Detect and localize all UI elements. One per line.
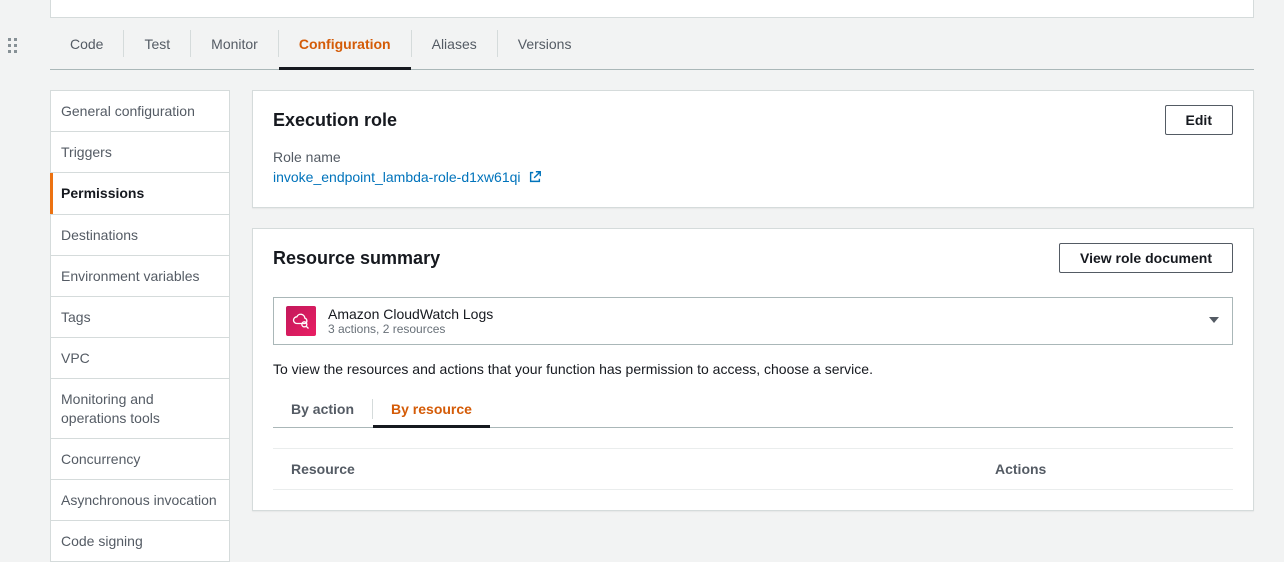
tab-configuration[interactable]: Configuration [279,18,411,69]
sidebar-item-permissions[interactable]: Permissions [51,173,229,214]
service-name: Amazon CloudWatch Logs [328,306,493,322]
subtab-by-resource[interactable]: By resource [373,391,490,427]
tab-code[interactable]: Code [50,18,123,69]
sidebar-item-vpc[interactable]: VPC [51,338,229,379]
role-name-label: Role name [273,149,1233,165]
role-name-text: invoke_endpoint_lambda-role-d1xw61qi [273,169,521,185]
permissions-subtabs: By action By resource [273,391,1233,428]
role-name-link[interactable]: invoke_endpoint_lambda-role-d1xw61qi [273,169,542,185]
sidebar-item-asynchronous-invocation[interactable]: Asynchronous invocation [51,480,229,521]
sidebar-item-environment-variables[interactable]: Environment variables [51,256,229,297]
config-sidebar: General configuration Triggers Permissio… [50,90,230,562]
tab-aliases[interactable]: Aliases [412,18,497,69]
resource-summary-title: Resource summary [273,248,440,269]
execution-role-card: Execution role Edit Role name invoke_end… [252,90,1254,208]
view-role-document-button[interactable]: View role document [1059,243,1233,273]
sidebar-item-concurrency[interactable]: Concurrency [51,439,229,480]
permissions-table: Resource Actions [273,448,1233,490]
tab-test[interactable]: Test [124,18,190,69]
sidebar-item-destinations[interactable]: Destinations [51,215,229,256]
main-tabs: Code Test Monitor Configuration Aliases … [50,18,1254,70]
edit-button[interactable]: Edit [1165,105,1233,135]
service-subtitle: 3 actions, 2 resources [328,322,493,336]
column-header-actions: Actions [995,461,1215,477]
service-selector[interactable]: Amazon CloudWatch Logs 3 actions, 2 reso… [273,297,1233,345]
panel-top-border [50,0,1254,18]
column-header-resource: Resource [291,461,995,477]
tab-versions[interactable]: Versions [498,18,592,69]
subtab-by-action[interactable]: By action [273,391,372,427]
tab-monitor[interactable]: Monitor [191,18,278,69]
execution-role-title: Execution role [273,110,397,131]
sidebar-item-triggers[interactable]: Triggers [51,132,229,173]
sidebar-item-general-configuration[interactable]: General configuration [51,91,229,132]
sidebar-item-tags[interactable]: Tags [51,297,229,338]
drag-grip-icon [8,38,17,53]
cloudwatch-logs-icon [286,306,316,336]
sidebar-item-monitoring-tools[interactable]: Monitoring and operations tools [51,379,229,438]
resource-summary-card: Resource summary View role document [252,228,1254,511]
external-link-icon [528,170,542,187]
chevron-down-icon [1208,313,1220,329]
sidebar-item-code-signing[interactable]: Code signing [51,521,229,561]
permissions-hint: To view the resources and actions that y… [273,361,1233,377]
